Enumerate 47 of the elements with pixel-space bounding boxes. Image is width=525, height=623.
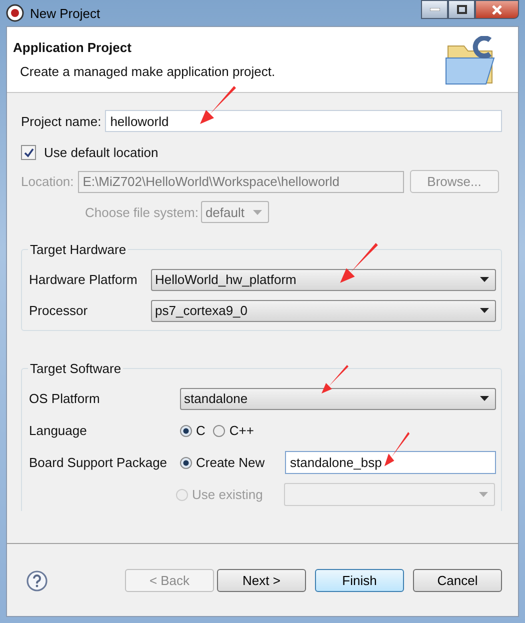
field-label: Board Support Package bbox=[29, 455, 168, 470]
radio-label: C bbox=[196, 423, 206, 438]
radio-label: Use existing bbox=[192, 487, 264, 502]
annotation-arrow-icon bbox=[338, 243, 380, 285]
field-label: Choose file system: bbox=[85, 204, 198, 220]
dropdown-arrow-icon bbox=[253, 210, 262, 214]
field-label: Location: bbox=[21, 174, 74, 189]
dropdown-arrow-icon bbox=[479, 492, 488, 497]
dropdown[interactable]: standalone bbox=[180, 388, 496, 410]
field-label: Project name: bbox=[21, 114, 102, 128]
app-icon bbox=[6, 4, 24, 22]
project-name-field[interactable]: helloworld bbox=[105, 110, 502, 132]
bsp-name-field[interactable]: standalone_bsp bbox=[285, 451, 496, 474]
dialog-button[interactable]: Finish bbox=[315, 568, 404, 592]
dialog-button[interactable]: Next > bbox=[217, 568, 306, 592]
dialog-button[interactable]: Cancel bbox=[413, 568, 502, 592]
checkbox[interactable] bbox=[21, 145, 36, 160]
checkmark-icon bbox=[24, 148, 34, 158]
radio-button[interactable] bbox=[213, 424, 226, 436]
maximize-icon bbox=[456, 5, 466, 14]
field-label: Hardware Platform bbox=[29, 272, 138, 287]
help-icon[interactable] bbox=[26, 570, 48, 592]
annotation-arrow-icon bbox=[198, 86, 238, 126]
annotation-arrow-icon bbox=[383, 432, 411, 468]
radio-button[interactable] bbox=[180, 456, 192, 468]
radio-button[interactable] bbox=[180, 424, 192, 436]
window-title: New Project bbox=[30, 6, 100, 20]
radio-label: C++ bbox=[229, 423, 254, 438]
dropdown-arrow-icon bbox=[480, 396, 489, 401]
field-label: Language bbox=[29, 423, 88, 438]
dropdown-arrow-icon bbox=[480, 277, 489, 282]
minimize-icon bbox=[430, 8, 440, 11]
field-label: OS Platform bbox=[29, 391, 101, 406]
close-icon bbox=[492, 4, 502, 14]
radio-label: Create New bbox=[196, 455, 266, 470]
group-title: Target Hardware bbox=[28, 242, 128, 257]
dropdown[interactable]: ps7_cortexa9_0 bbox=[151, 300, 496, 322]
maximize-button[interactable] bbox=[448, 0, 475, 19]
page-description: Create a managed make application project. bbox=[20, 64, 276, 79]
page-title: Application Project bbox=[13, 40, 132, 55]
group-title: Target Software bbox=[28, 361, 124, 376]
minimize-button[interactable] bbox=[421, 0, 448, 19]
field-label: Processor bbox=[29, 303, 89, 318]
checkbox-label: Use default location bbox=[44, 145, 158, 160]
close-button[interactable] bbox=[475, 0, 519, 19]
dropdown[interactable]: HelloWorld_hw_platform bbox=[151, 268, 496, 290]
dropdown-arrow-icon bbox=[480, 308, 489, 313]
